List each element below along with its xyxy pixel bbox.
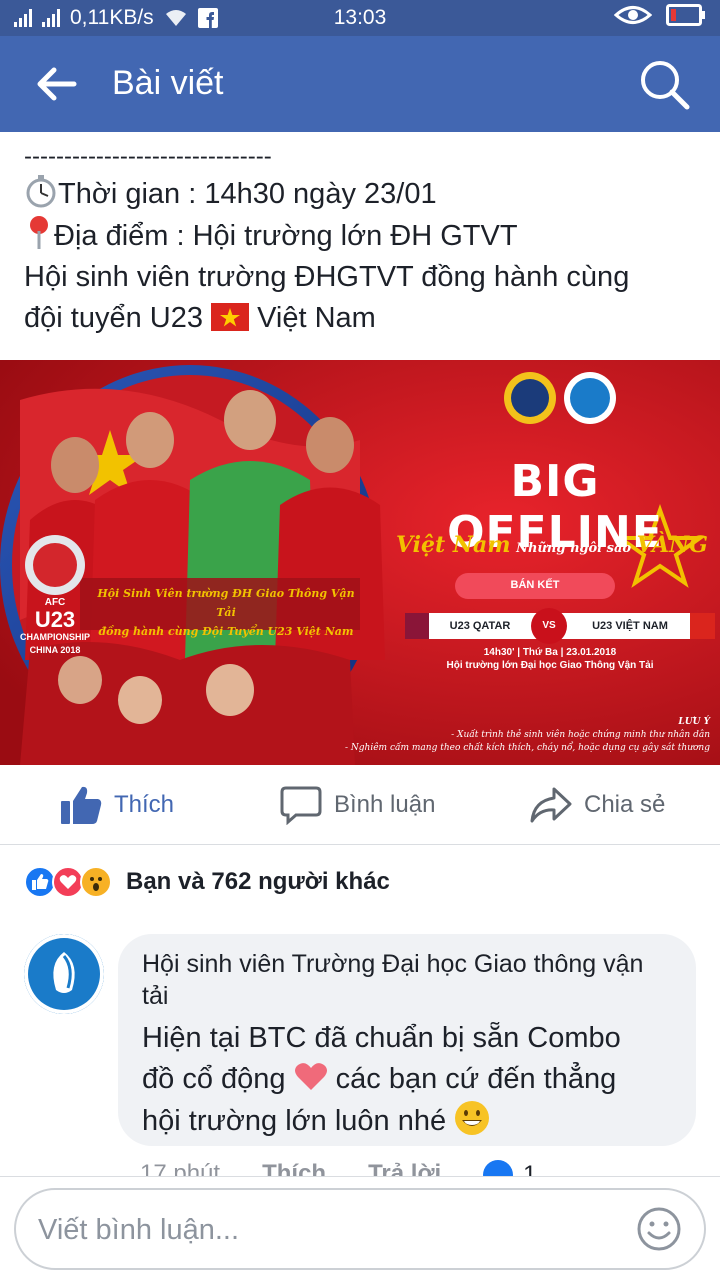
app-bar: Bài viết <box>0 36 720 132</box>
commenter-avatar[interactable] <box>24 934 104 1014</box>
grinning-face-icon <box>455 1101 490 1135</box>
wow-reaction-icon <box>80 866 112 898</box>
banner-team-right: U23 VIỆT NAM <box>592 620 668 632</box>
emoji-icon[interactable] <box>636 1206 682 1252</box>
comment-input[interactable] <box>38 1210 618 1250</box>
banner-artwork <box>0 360 720 765</box>
post-line-4: đội tuyển U23 Việt Nam <box>24 302 376 334</box>
share-button[interactable]: Chia sẻ <box>530 785 665 825</box>
time-line: Thời gian : 14h30 ngày 23/01 <box>24 174 704 215</box>
place-line: Địa điểm : Hội trường lớn ĐH GTVT <box>24 215 704 257</box>
eye-icon <box>614 6 652 24</box>
banner-vs: VS <box>542 620 556 631</box>
separator-line: ------------------------------- <box>24 143 272 170</box>
post-text: ------------------------------- Thời gia… <box>24 140 704 339</box>
banner-stage: BÁN KẾT <box>510 579 560 591</box>
status-bar: 0,11KB/s 13:03 <box>0 0 720 36</box>
comment-text: Hiện tại BTC đã chuẩn bị sẵn Combo đồ cổ… <box>142 1022 621 1137</box>
banner-side-caption: Hội Sinh Viên trường ĐH Giao Thông Vận T… <box>97 587 355 638</box>
comment-icon <box>280 786 322 825</box>
reactions-summary[interactable]: Bạn và 762 người khác <box>24 866 390 898</box>
comment-button[interactable]: Bình luận <box>280 785 435 825</box>
page-title: Bài viết <box>112 64 224 102</box>
banner-where: Hội trường lớn Đại học Giao Thông Vận Tả… <box>446 660 654 671</box>
post-actions: Thích Bình luận Chia sẻ <box>0 765 720 845</box>
clock: 13:03 <box>333 6 387 29</box>
afc-logo-text: AFC U23 CHAMPIONSHIP CHINA 2018 <box>19 597 90 655</box>
comment-author[interactable]: Hội sinh viên Trường Đại học Giao thông … <box>142 948 672 1012</box>
share-icon <box>530 787 572 823</box>
post-line-3: Hội sinh viên trường ĐHGTVT đồng hành cù… <box>24 261 630 293</box>
like-button[interactable]: Thích <box>60 785 174 825</box>
thumbs-up-icon <box>61 786 102 824</box>
banner-note: LƯU Ý - Xuất trình thẻ sinh viên hoặc ch… <box>345 717 710 753</box>
banner-slogan: Việt Nam Những ngôi sao VÀNG <box>396 532 708 558</box>
heart-icon <box>294 1063 327 1090</box>
pin-icon <box>30 216 48 249</box>
comment-composer <box>14 1188 706 1270</box>
battery-icon <box>666 4 705 26</box>
search-icon[interactable] <box>638 58 690 110</box>
stopwatch-icon <box>26 175 56 208</box>
vietnam-flag-icon <box>211 303 250 331</box>
banner-when: 14h30' | Thứ Ba | 23.01.2018 <box>483 647 617 658</box>
post-image[interactable]: BIG OFFLINE Việt Nam Những ngôi sao VÀNG… <box>0 360 720 765</box>
back-arrow-icon[interactable] <box>34 64 78 104</box>
comment-bubble[interactable]: Hội sinh viên Trường Đại học Giao thông … <box>118 934 696 1146</box>
banner-team-left: U23 QATAR <box>449 620 511 632</box>
